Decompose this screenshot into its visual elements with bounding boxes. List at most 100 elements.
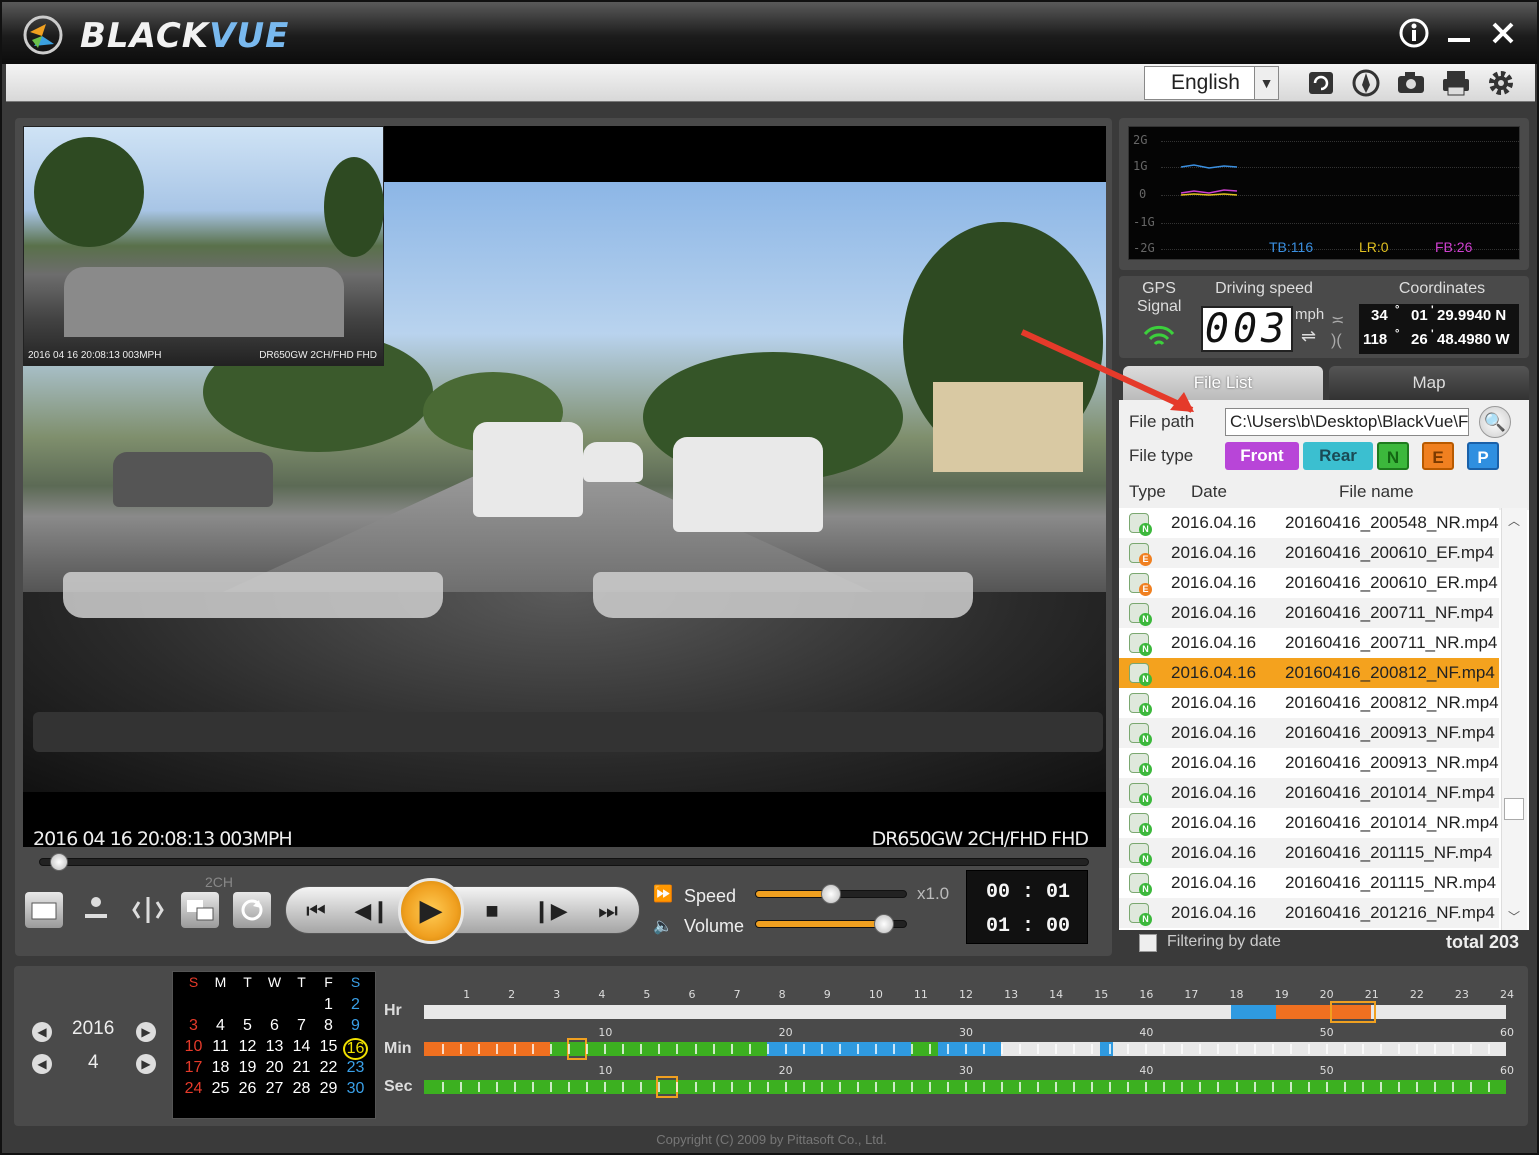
chevron-down-icon[interactable]: ﹀ (1508, 908, 1520, 925)
rear-camera-pip[interactable]: 2016 04 16 20:08:13 003MPH DR650GW 2CH/F… (23, 126, 384, 366)
file-row[interactable]: N 2016.04.16 20160416_201014_NR.mp4 (1119, 808, 1499, 838)
volume-slider-knob[interactable] (873, 914, 894, 934)
speed-slider-knob[interactable] (821, 884, 841, 904)
calendar-day[interactable]: 5 (235, 1017, 260, 1035)
calendar-day[interactable]: 6 (262, 1017, 287, 1035)
prev-year-icon[interactable]: ◀ (32, 1022, 52, 1042)
prev-month-icon[interactable]: ◀ (32, 1054, 52, 1074)
file-path-input[interactable]: C:\Users\b\Desktop\BlackVue\F (1225, 408, 1469, 436)
calendar-day[interactable]: 19 (235, 1059, 260, 1077)
search-icon[interactable]: 🔍 (1479, 406, 1511, 438)
calendar-day[interactable]: 26 (235, 1080, 260, 1098)
file-row[interactable]: N 2016.04.16 20160416_201014_NF.mp4 (1119, 778, 1499, 808)
file-row[interactable]: N 2016.04.16 20160416_201216_NF.mp4 (1119, 898, 1499, 928)
rotate-camera-icon[interactable] (77, 892, 115, 928)
seek-bar[interactable] (39, 853, 1089, 871)
step-forward-icon[interactable]: ❙▶ (530, 893, 570, 929)
calendar-day[interactable]: 27 (262, 1080, 287, 1098)
calendar-day[interactable]: 21 (289, 1059, 314, 1077)
file-row[interactable]: E 2016.04.16 20160416_200610_EF.mp4 (1119, 538, 1499, 568)
refresh-icon[interactable] (1304, 67, 1338, 99)
gear-icon[interactable] (1484, 67, 1518, 99)
fullscreen-icon[interactable] (25, 892, 63, 928)
calendar-day[interactable]: 8 (316, 1017, 341, 1035)
col-type[interactable]: Type (1129, 482, 1166, 502)
col-date[interactable]: Date (1191, 482, 1227, 502)
calendar-day[interactable]: 17 (181, 1059, 206, 1077)
file-row[interactable]: N 2016.04.16 20160416_200711_NR.mp4 (1119, 628, 1499, 658)
unit-toggle-icon[interactable]: ⇌ (1301, 326, 1316, 347)
step-back-icon[interactable]: ◀❙ (352, 893, 392, 929)
play-button[interactable]: ▶ (398, 878, 464, 944)
calendar-day[interactable]: 29 (316, 1080, 341, 1098)
skip-previous-icon[interactable]: ⏮ (296, 893, 336, 929)
calendar-day[interactable]: 24 (181, 1080, 206, 1098)
calendar-day[interactable]: 22 (316, 1059, 341, 1077)
speed-slider[interactable] (755, 884, 907, 904)
calendar-day[interactable]: 3 (181, 1017, 206, 1035)
minimize-icon[interactable] (1442, 16, 1476, 50)
file-row[interactable]: N 2016.04.16 20160416_201115_NF.mp4 (1119, 838, 1499, 868)
chevron-down-icon[interactable]: ▼ (1254, 67, 1278, 99)
calendar-day[interactable]: 7 (289, 1017, 314, 1035)
hour-marker[interactable] (1329, 1001, 1376, 1023)
file-row[interactable]: N 2016.04.16 20160416_200548_NR.mp4 (1119, 508, 1499, 538)
filter-rear-button[interactable]: Rear (1303, 442, 1373, 470)
hour-track[interactable] (424, 1001, 1506, 1023)
video-display[interactable]: 2016 04 16 20:08:13 003MPH DR650GW 2CH/F… (23, 126, 1106, 847)
filter-event-button[interactable]: E (1422, 442, 1454, 470)
calendar-day[interactable]: 25 (208, 1080, 233, 1098)
calendar-day[interactable]: 23 (343, 1059, 368, 1077)
calendar-day[interactable]: 18 (208, 1059, 233, 1077)
minute-marker[interactable] (567, 1038, 588, 1060)
file-row[interactable]: E 2016.04.16 20160416_200610_ER.mp4 (1119, 568, 1499, 598)
calendar-day[interactable]: 20 (262, 1059, 287, 1077)
close-icon[interactable] (1486, 16, 1520, 50)
stop-icon[interactable]: ■ (472, 893, 512, 929)
pip-swap-icon[interactable] (181, 892, 219, 928)
scroll-thumb[interactable] (1504, 798, 1524, 820)
next-month-icon[interactable]: ▶ (136, 1054, 156, 1074)
calendar-day[interactable]: 2 (343, 996, 368, 1014)
tab-map[interactable]: Map (1329, 366, 1529, 400)
calendar-day[interactable]: 16 (343, 1038, 368, 1060)
file-row[interactable]: N 2016.04.16 20160416_200913_NF.mp4 (1119, 718, 1499, 748)
file-row[interactable]: N 2016.04.16 20160416_201115_NR.mp4 (1119, 868, 1499, 898)
file-row[interactable]: N 2016.04.16 20160416_200812_NR.mp4 (1119, 688, 1499, 718)
col-file-name[interactable]: File name (1339, 482, 1414, 502)
info-icon[interactable] (1397, 16, 1431, 50)
file-row[interactable]: N 2016.04.16 20160416_200711_NF.mp4 (1119, 598, 1499, 628)
file-row[interactable]: N 2016.04.16 20160416_200913_NR.mp4 (1119, 748, 1499, 778)
print-icon[interactable] (1439, 67, 1473, 99)
map-pin-icon[interactable] (1349, 67, 1383, 99)
calendar-day[interactable]: 11 (208, 1038, 233, 1056)
minute-track[interactable] (424, 1038, 1506, 1060)
next-year-icon[interactable]: ▶ (136, 1022, 156, 1042)
file-row[interactable]: N 2016.04.16 20160416_200812_NF.mp4 (1119, 658, 1499, 688)
calendar-day[interactable]: 15 (316, 1038, 341, 1056)
filter-front-button[interactable]: Front (1225, 442, 1299, 470)
calendar-day[interactable]: 14 (289, 1038, 314, 1056)
filter-by-date-checkbox[interactable] (1139, 934, 1157, 952)
language-select[interactable]: English ▼ (1144, 66, 1279, 100)
calendar-day[interactable]: 12 (235, 1038, 260, 1056)
filter-normal-button[interactable]: N (1377, 442, 1409, 470)
second-track[interactable] (424, 1076, 1506, 1098)
calendar-day[interactable]: 4 (208, 1017, 233, 1035)
camera-switch-icon[interactable] (233, 892, 271, 928)
calendar-day[interactable]: 9 (343, 1017, 368, 1035)
file-list-scrollbar[interactable]: ︿ ﹀ (1501, 508, 1527, 930)
hour-segment-event[interactable] (1276, 1005, 1335, 1019)
flip-icon[interactable] (129, 892, 167, 928)
camera-icon[interactable] (1394, 67, 1428, 99)
chevron-up-icon[interactable]: ︿ (1508, 512, 1520, 529)
volume-slider[interactable] (755, 914, 907, 934)
filter-parking-button[interactable]: P (1467, 442, 1499, 470)
calendar-day[interactable]: 13 (262, 1038, 287, 1056)
minute-segment-normal[interactable] (910, 1042, 938, 1056)
seek-knob[interactable] (50, 853, 69, 871)
calendar-day[interactable]: 1 (316, 996, 341, 1014)
hour-segment-parking[interactable] (1230, 1005, 1277, 1019)
skip-next-icon[interactable]: ⏭ (588, 893, 628, 929)
calendar-day[interactable]: 10 (181, 1038, 206, 1056)
